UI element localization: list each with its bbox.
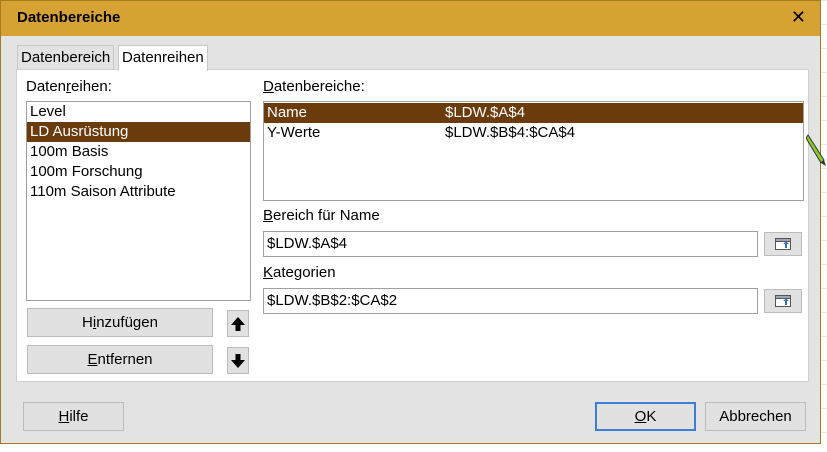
list-item[interactable]: 110m Saison Attribute (27, 182, 250, 202)
shrink-dialog-icon (775, 295, 791, 307)
range-role: Name (267, 104, 308, 121)
data-series-label: Datenreihen: (26, 78, 112, 95)
range-for-name-input[interactable]: $LDW.$A$4 (263, 231, 758, 257)
list-item[interactable]: 100m Forschung (27, 162, 250, 182)
data-series-list[interactable]: Level LD Ausrüstung 100m Basis 100m Fors… (26, 101, 251, 301)
arrow-up-icon (231, 316, 245, 331)
categories-input[interactable]: $LDW.$B$2:$CA$2 (263, 288, 758, 314)
title-bar: Datenbereiche ✕ (1, 1, 820, 36)
range-row-selected[interactable]: Name $LDW.$A$4 (264, 103, 803, 123)
add-button[interactable]: Hinzufügen (27, 308, 213, 337)
range-row[interactable]: Y-Werte $LDW.$B$4:$CA$4 (264, 123, 803, 143)
select-range-button[interactable] (764, 289, 802, 313)
cancel-button[interactable]: Abbrechen (705, 402, 806, 431)
list-item-selected[interactable]: LD Ausrüstung (27, 122, 250, 142)
range-for-name-label: Bereich für Name (263, 207, 380, 224)
list-item[interactable]: Level (27, 102, 250, 122)
arrow-down-icon (231, 353, 245, 368)
tab-data-series[interactable]: Datenreihen (118, 45, 208, 71)
range-value: $LDW.$B$4:$CA$4 (445, 124, 576, 141)
list-item[interactable]: 100m Basis (27, 142, 250, 162)
data-ranges-dialog: Datenbereiche ✕ Datenbereich Datenreihen… (0, 0, 821, 444)
move-up-button[interactable] (227, 310, 249, 337)
range-role: Y-Werte (267, 124, 321, 141)
remove-button[interactable]: Entfernen (27, 345, 213, 374)
dialog-title: Datenbereiche (17, 9, 121, 26)
select-range-button[interactable] (764, 232, 802, 256)
data-ranges-table[interactable]: Name $LDW.$A$4 Y-Werte $LDW.$B$4:$CA$4 (263, 101, 804, 201)
ok-button[interactable]: OK (595, 402, 696, 431)
tab-panel: Datenreihen: Level LD Ausrüstung 100m Ba… (16, 69, 809, 382)
close-icon[interactable]: ✕ (791, 7, 806, 28)
pencil-cursor-icon (806, 134, 826, 166)
move-down-button[interactable] (227, 347, 249, 374)
categories-label: Kategorien (263, 264, 336, 281)
tab-data-range[interactable]: Datenbereich (17, 45, 115, 70)
shrink-dialog-icon (775, 238, 791, 250)
data-ranges-label: Datenbereiche: (263, 78, 365, 95)
help-button[interactable]: Hilfe (23, 402, 124, 431)
range-value: $LDW.$A$4 (445, 104, 526, 121)
